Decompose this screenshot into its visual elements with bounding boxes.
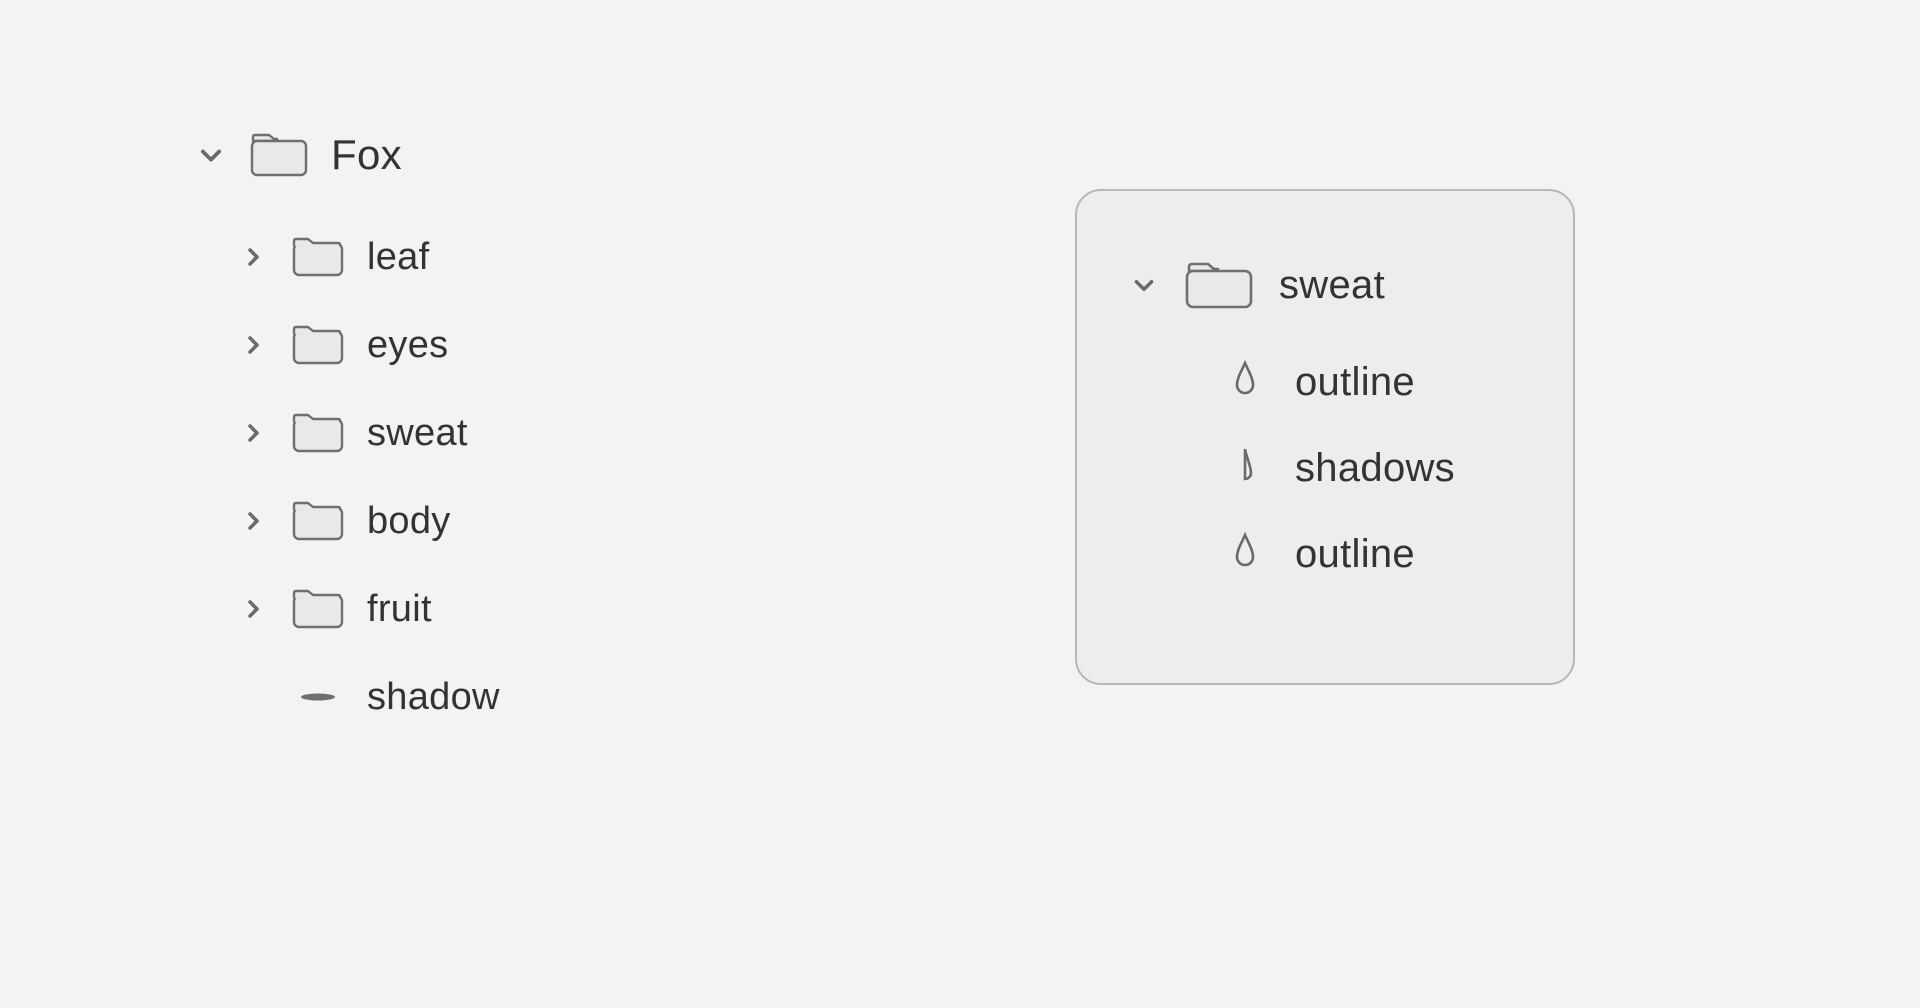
layer-item-label: outline bbox=[1295, 360, 1415, 405]
drop-icon bbox=[1233, 532, 1263, 576]
chevron-right-icon[interactable] bbox=[237, 417, 269, 449]
tree-item-label: fruit bbox=[367, 588, 432, 631]
folder-icon bbox=[291, 411, 345, 455]
tree-item-shadow[interactable]: shadow bbox=[195, 653, 815, 741]
tree-item-label: sweat bbox=[367, 412, 468, 455]
layer-item-label: shadows bbox=[1295, 446, 1455, 491]
folder-open-icon bbox=[1183, 259, 1255, 311]
tree-item-label: Fox bbox=[331, 131, 402, 179]
tree-item-sweat-open[interactable]: sweat bbox=[1129, 245, 1533, 325]
folder-icon bbox=[291, 587, 345, 631]
folder-open-icon bbox=[249, 131, 309, 179]
panel-folder-label: sweat bbox=[1279, 263, 1385, 308]
folder-icon bbox=[291, 323, 345, 367]
drop-icon bbox=[1233, 446, 1263, 490]
chevron-down-icon[interactable] bbox=[1129, 269, 1159, 301]
drop-icon bbox=[1233, 360, 1263, 404]
layer-item-outline[interactable]: outline bbox=[1129, 339, 1533, 425]
chevron-right-icon[interactable] bbox=[237, 505, 269, 537]
chevron-right-icon[interactable] bbox=[237, 593, 269, 625]
spacer bbox=[237, 681, 269, 713]
detail-panel: sweat outline shadows outline bbox=[1075, 189, 1575, 685]
tree-item-sweat[interactable]: sweat bbox=[195, 389, 815, 477]
layer-item-outline[interactable]: outline bbox=[1129, 511, 1533, 597]
tree-item-leaf[interactable]: leaf bbox=[195, 213, 815, 301]
tree-item-label: body bbox=[367, 500, 451, 543]
folder-icon bbox=[291, 235, 345, 279]
tree-item-label: eyes bbox=[367, 324, 448, 367]
chevron-right-icon[interactable] bbox=[237, 241, 269, 273]
layer-item-shadows[interactable]: shadows bbox=[1129, 425, 1533, 511]
tree-item-label: leaf bbox=[367, 236, 429, 279]
tree-item-eyes[interactable]: eyes bbox=[195, 301, 815, 389]
tree-item-fruit[interactable]: fruit bbox=[195, 565, 815, 653]
tree-item-body[interactable]: body bbox=[195, 477, 815, 565]
layer-item-label: outline bbox=[1295, 532, 1415, 577]
chevron-right-icon[interactable] bbox=[237, 329, 269, 361]
folder-icon bbox=[291, 499, 345, 543]
chevron-down-icon[interactable] bbox=[195, 139, 227, 171]
tree-item-fox[interactable]: Fox bbox=[195, 115, 815, 195]
ellipse-shape-icon bbox=[291, 691, 345, 703]
tree-item-label: shadow bbox=[367, 676, 500, 719]
layer-tree: Fox leaf eyes sweat body fruit shadow bbox=[195, 115, 815, 741]
